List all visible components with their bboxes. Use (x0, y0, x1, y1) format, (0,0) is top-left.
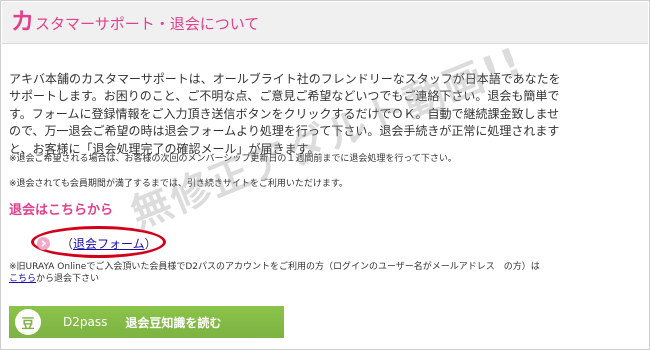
chevron-right-icon (37, 236, 50, 250)
notice-renewal: ※退会ご希望される場合は、お客様の次回のメンバーシップ更新日の１週間前までに退会… (9, 154, 457, 164)
notice-uraya-suffix: から退会下さい (36, 274, 100, 284)
unsubscribe-tips-label: 退会豆知識を読む (125, 315, 222, 330)
unsubscribe-form-link[interactable]: 退会フォーム (73, 235, 145, 252)
unsubscribe-form-row: （ 退会フォーム ） (37, 233, 157, 253)
page-header: カ スタマーサポート・退会について (2, 2, 648, 44)
d2pass-logo-text: D2pass (63, 315, 108, 329)
page-title: カ スタマーサポート・退会について (11, 9, 259, 37)
uraya-unsubscribe-link[interactable]: こちら (9, 274, 36, 284)
page-frame: カ スタマーサポート・退会について アキバ本舗のカスタマーサポートは、オールブラ… (0, 0, 650, 350)
bean-icon: 豆 (15, 309, 41, 335)
notice-membership: ※退会されても会員期間が満了するまでは、引き続きサイトをご利用いただけます。 (9, 179, 348, 189)
unsubscribe-heading: 退会はこちらから (9, 203, 114, 218)
d2pass-unsubscribe-tips-banner[interactable]: 豆 D2pass 退会豆知識を読む (9, 306, 284, 338)
notice-uraya: ※旧URAYA Onlineでご入会頂いた会員様でD2パスのアカウントをご利用の… (9, 261, 639, 285)
notice-uraya-text: ※旧URAYA Onlineでご入会頂いた会員様でD2パスのアカウントをご利用の… (9, 262, 540, 272)
intro-paragraph: アキバ本舗のカスタマーサポートは、オールブライト社のフレンドリーなスタッフが日本… (9, 72, 561, 156)
form-link-open-paren: （ (61, 236, 74, 251)
page-title-initial: カ (11, 9, 34, 35)
page-title-text: スタマーサポート・退会について (35, 15, 260, 33)
form-link-close-paren: ） (144, 236, 157, 251)
